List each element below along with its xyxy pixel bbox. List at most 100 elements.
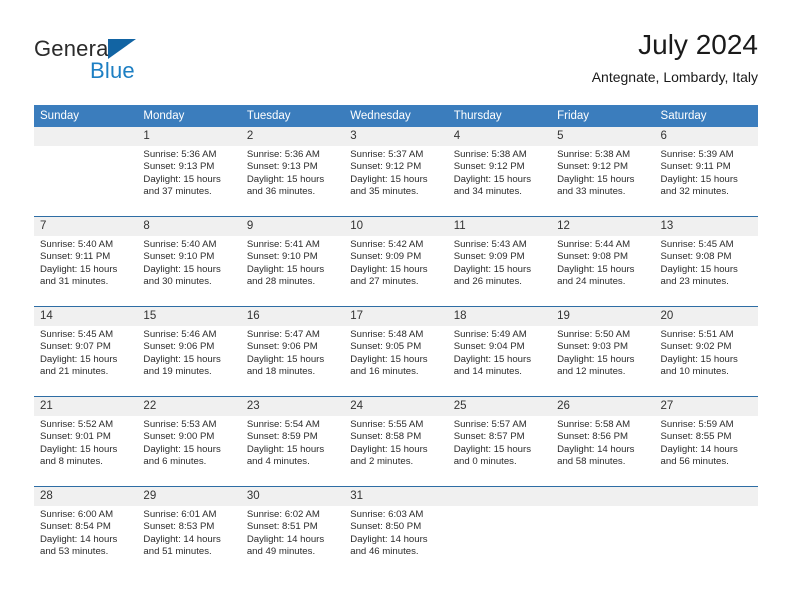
day-number (551, 487, 655, 506)
calendar-day-cell[interactable]: 18 Sunrise: 5:49 AM Sunset: 9:04 PM Dayligh… (447, 306, 552, 397)
sunrise-text: Sunrise: 5:38 AM (557, 149, 631, 160)
day-number: 28 (34, 487, 138, 506)
day-details: Sunrise: 5:45 AM Sunset: 9:08 PM Daylight:… (655, 236, 758, 288)
daylight-text-line2: and 16 minutes. (350, 365, 419, 377)
daylight-text-line1: Daylight: 15 hours (143, 443, 221, 455)
day-number: 7 (34, 217, 138, 236)
sunset-text: Sunset: 9:10 PM (143, 251, 215, 263)
calendar-day-cell[interactable]: 7 Sunrise: 5:40 AM Sunset: 9:11 PM Daylight… (34, 216, 138, 307)
sunset-text: Sunset: 9:06 PM (246, 341, 318, 353)
calendar-day-cell[interactable]: 17 Sunrise: 5:48 AM Sunset: 9:05 PM Dayligh… (344, 306, 448, 397)
daylight-text-line2: and 53 minutes. (40, 545, 109, 557)
daylight-text-line1: Daylight: 15 hours (350, 263, 428, 275)
calendar-day-cell[interactable]: 28 Sunrise: 6:00 AM Sunset: 8:54 PM Dayligh… (34, 486, 138, 576)
calendar-day-cell[interactable]: 6 Sunrise: 5:39 AM Sunset: 9:11 PM Daylight… (654, 127, 758, 217)
calendar-day-cell[interactable]: 25 Sunrise: 5:57 AM Sunset: 8:57 PM Dayligh… (447, 396, 552, 487)
sunrise-text: Sunrise: 6:02 AM (246, 509, 320, 520)
calendar-day-cell[interactable]: 23 Sunrise: 5:54 AM Sunset: 8:59 PM Dayligh… (240, 396, 345, 487)
sunrise-text: Sunrise: 5:37 AM (350, 149, 424, 160)
page-header: General Blue July 2024 Antegnate, Lombar… (34, 28, 758, 98)
daylight-text-line1: Daylight: 15 hours (660, 263, 738, 275)
calendar-day-cell[interactable]: 1 Sunrise: 5:36 AM Sunset: 9:13 PM Daylight… (137, 127, 241, 217)
day-number: 15 (137, 307, 241, 326)
calendar-day-cell[interactable]: 14 Sunrise: 5:45 AM Sunset: 9:07 PM Dayligh… (34, 306, 138, 397)
calendar-day-cell[interactable]: 3 Sunrise: 5:37 AM Sunset: 9:12 PM Daylight… (344, 127, 448, 217)
weekday-header-thursday: Thursday (447, 105, 552, 127)
calendar-day-cell-empty (34, 127, 138, 217)
day-number (34, 127, 138, 146)
calendar-day-cell[interactable]: 2 Sunrise: 5:36 AM Sunset: 9:13 PM Daylight… (240, 127, 345, 217)
calendar-day-cell[interactable]: 15 Sunrise: 5:46 AM Sunset: 9:06 PM Dayligh… (137, 306, 241, 397)
daylight-text-line2: and 14 minutes. (453, 365, 522, 377)
sunrise-text: Sunrise: 5:40 AM (143, 239, 217, 250)
calendar-day-cell[interactable]: 9 Sunrise: 5:41 AM Sunset: 9:10 PM Daylight… (240, 216, 345, 307)
day-number: 9 (240, 217, 345, 236)
calendar-day-cell[interactable]: 4 Sunrise: 5:38 AM Sunset: 9:12 PM Daylight… (447, 127, 552, 217)
sunset-text: Sunset: 9:01 PM (40, 431, 111, 443)
sunset-text: Sunset: 9:11 PM (40, 251, 111, 263)
calendar-day-cell[interactable]: 19 Sunrise: 5:50 AM Sunset: 9:03 PM Dayligh… (551, 306, 655, 397)
daylight-text-line2: and 19 minutes. (143, 365, 212, 377)
calendar-day-cell[interactable]: 11 Sunrise: 5:43 AM Sunset: 9:09 PM Dayligh… (447, 216, 552, 307)
day-details: Sunrise: 5:43 AM Sunset: 9:09 PM Daylight:… (448, 236, 551, 288)
weekday-header-sunday: Sunday (34, 105, 138, 127)
sunset-text: Sunset: 9:12 PM (453, 161, 525, 173)
daylight-text-line2: and 56 minutes. (660, 455, 729, 467)
daylight-text-line2: and 12 minutes. (557, 365, 626, 377)
sunset-text: Sunset: 9:10 PM (246, 251, 318, 263)
daylight-text-line1: Daylight: 15 hours (557, 353, 635, 365)
day-details: Sunrise: 5:50 AM Sunset: 9:03 PM Daylight:… (551, 326, 654, 378)
sunrise-text: Sunrise: 5:58 AM (557, 419, 631, 430)
calendar-day-cell[interactable]: 12 Sunrise: 5:44 AM Sunset: 9:08 PM Dayligh… (551, 216, 655, 307)
calendar-day-cell[interactable]: 5 Sunrise: 5:38 AM Sunset: 9:12 PM Daylight… (551, 127, 655, 217)
sunset-text: Sunset: 9:00 PM (143, 431, 215, 443)
calendar-day-cell[interactable]: 24 Sunrise: 5:55 AM Sunset: 8:58 PM Dayligh… (344, 396, 448, 487)
sunset-text: Sunset: 9:12 PM (350, 161, 422, 173)
day-number: 8 (137, 217, 241, 236)
calendar-day-cell[interactable]: 31 Sunrise: 6:03 AM Sunset: 8:50 PM Dayligh… (344, 486, 448, 576)
sunset-text: Sunset: 9:08 PM (557, 251, 629, 263)
sunrise-text: Sunrise: 5:36 AM (246, 149, 320, 160)
sunrise-sunset-calendar: Sunday Monday Tuesday Wednesday Thursday… (34, 105, 758, 576)
calendar-day-cell[interactable]: 22 Sunrise: 5:53 AM Sunset: 9:00 PM Dayligh… (137, 396, 241, 487)
day-details: Sunrise: 5:36 AM Sunset: 9:13 PM Daylight:… (241, 146, 344, 198)
brand-logo[interactable]: General Blue (34, 36, 234, 88)
calendar-day-cell[interactable]: 21 Sunrise: 5:52 AM Sunset: 9:01 PM Dayligh… (34, 396, 138, 487)
sunrise-text: Sunrise: 5:39 AM (660, 149, 734, 160)
day-details: Sunrise: 5:53 AM Sunset: 9:00 PM Daylight:… (137, 416, 240, 468)
calendar-day-cell[interactable]: 10 Sunrise: 5:42 AM Sunset: 9:09 PM Dayligh… (344, 216, 448, 307)
calendar-week-row: 14 Sunrise: 5:45 AM Sunset: 9:07 PM Dayligh… (34, 306, 758, 397)
daylight-text-line2: and 6 minutes. (143, 455, 207, 467)
daylight-text-line1: Daylight: 15 hours (350, 173, 428, 185)
day-details: Sunrise: 5:36 AM Sunset: 9:13 PM Daylight:… (137, 146, 240, 198)
day-details: Sunrise: 5:39 AM Sunset: 9:11 PM Daylight:… (655, 146, 758, 198)
calendar-day-cell[interactable]: 20 Sunrise: 5:51 AM Sunset: 9:02 PM Dayligh… (654, 306, 758, 397)
sunrise-text: Sunrise: 5:52 AM (40, 419, 114, 430)
day-details: Sunrise: 5:59 AM Sunset: 8:55 PM Daylight:… (655, 416, 758, 468)
calendar-day-cell[interactable]: 30 Sunrise: 6:02 AM Sunset: 8:51 PM Dayligh… (240, 486, 345, 576)
sunset-text: Sunset: 9:04 PM (453, 341, 525, 353)
day-number: 26 (551, 397, 655, 416)
brand-name-blue: Blue (90, 58, 135, 83)
title-block: July 2024 Antegnate, Lombardy, Italy (592, 28, 758, 86)
day-number: 11 (447, 217, 552, 236)
calendar-day-cell[interactable]: 27 Sunrise: 5:59 AM Sunset: 8:55 PM Dayligh… (654, 396, 758, 487)
daylight-text-line2: and 27 minutes. (350, 275, 419, 287)
daylight-text-line1: Daylight: 14 hours (143, 533, 221, 545)
day-details: Sunrise: 5:52 AM Sunset: 9:01 PM Daylight:… (34, 416, 137, 468)
daylight-text-line1: Daylight: 14 hours (246, 533, 325, 545)
calendar-day-cell[interactable]: 29 Sunrise: 6:01 AM Sunset: 8:53 PM Dayligh… (137, 486, 241, 576)
day-number: 19 (551, 307, 655, 326)
calendar-day-cell[interactable]: 26 Sunrise: 5:58 AM Sunset: 8:56 PM Dayligh… (551, 396, 655, 487)
sunrise-text: Sunrise: 5:49 AM (453, 329, 527, 340)
sunrise-text: Sunrise: 5:43 AM (453, 239, 527, 250)
daylight-text-line1: Daylight: 15 hours (660, 173, 738, 185)
day-details: Sunrise: 5:38 AM Sunset: 9:12 PM Daylight:… (551, 146, 654, 198)
calendar-day-cell[interactable]: 16 Sunrise: 5:47 AM Sunset: 9:06 PM Dayligh… (240, 306, 345, 397)
calendar-day-cell[interactable]: 13 Sunrise: 5:45 AM Sunset: 9:08 PM Dayligh… (654, 216, 758, 307)
daylight-text-line2: and 32 minutes. (660, 185, 729, 197)
day-details: Sunrise: 6:02 AM Sunset: 8:51 PM Daylight:… (241, 506, 344, 558)
calendar-day-cell[interactable]: 8 Sunrise: 5:40 AM Sunset: 9:10 PM Daylight… (137, 216, 241, 307)
daylight-text-line1: Daylight: 15 hours (453, 353, 532, 365)
day-number: 31 (344, 487, 448, 506)
